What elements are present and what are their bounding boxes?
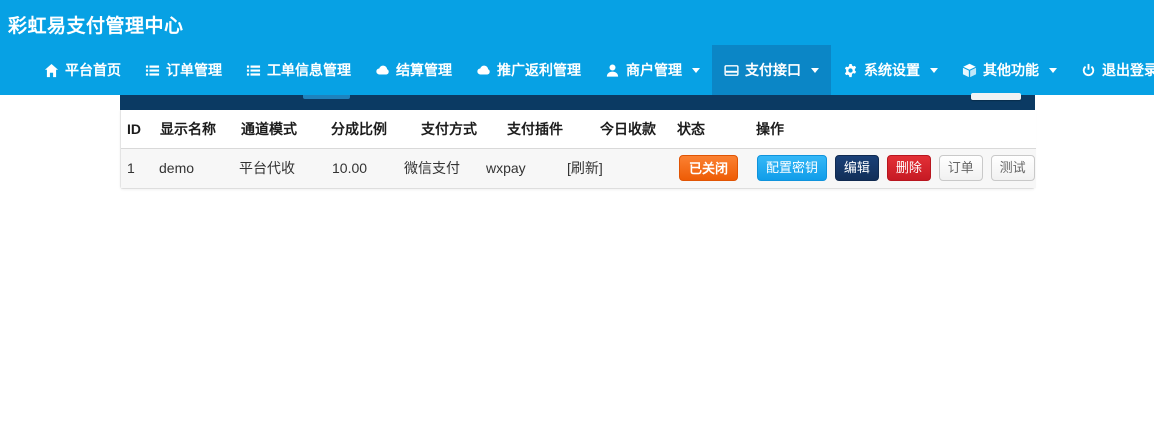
list-icon xyxy=(145,63,160,78)
col-header-pay-method: 支付方式 xyxy=(415,110,501,148)
col-header-status: 状态 xyxy=(671,110,750,148)
credit-card-icon xyxy=(724,63,739,78)
nav-item-label: 订单管理 xyxy=(166,60,222,80)
table-body: 1 demo 平台代收 10.00 微信支付 wxpay [刷新] 已关闭 配置… xyxy=(121,149,1036,188)
cell-id: 1 xyxy=(121,149,153,188)
col-header-display-name: 显示名称 xyxy=(154,110,235,148)
col-header-actions: 操作 xyxy=(750,110,1036,148)
chevron-down-icon xyxy=(930,68,938,73)
cell-actions: 配置密钥 编辑 删除 订单 测试 xyxy=(751,149,1036,188)
payment-interface-panel: ID 显示名称 通道模式 分成比例 支付方式 支付插件 今日收款 状态 操作 1… xyxy=(120,95,1035,189)
nav-item-other-functions[interactable]: 其他功能 xyxy=(950,45,1069,95)
cloud-icon xyxy=(476,63,491,78)
cloud-icon xyxy=(375,63,390,78)
nav-item-label: 平台首页 xyxy=(65,60,121,80)
nav-item-label: 系统设置 xyxy=(864,60,920,80)
user-icon xyxy=(605,63,620,78)
nav-item-system-settings[interactable]: 系统设置 xyxy=(831,45,950,95)
cell-today-income: [刷新] xyxy=(561,149,673,188)
nav-item-settlement-management[interactable]: 结算管理 xyxy=(363,45,464,95)
cube-icon xyxy=(962,63,977,78)
payment-interface-table: ID 显示名称 通道模式 分成比例 支付方式 支付插件 今日收款 状态 操作 1… xyxy=(120,110,1035,189)
nav-item-label: 商户管理 xyxy=(626,60,682,80)
nav-item-promo-rebate-management[interactable]: 推广返利管理 xyxy=(464,45,593,95)
main-navbar: 平台首页 订单管理 工单信息管理 结算管理 推广返利管理 商户管理 支付接口 系… xyxy=(0,45,1154,95)
col-header-channel-mode: 通道模式 xyxy=(235,110,325,148)
cell-channel-mode: 平台代收 xyxy=(233,149,326,188)
nav-item-platform-home[interactable]: 平台首页 xyxy=(32,45,133,95)
cell-share-ratio: 10.00 xyxy=(326,149,398,188)
chevron-down-icon xyxy=(692,68,700,73)
configure-key-button[interactable]: 配置密钥 xyxy=(757,155,827,181)
nav-item-order-management[interactable]: 订单管理 xyxy=(133,45,234,95)
nav-item-label: 支付接口 xyxy=(745,60,801,80)
chevron-down-icon xyxy=(1049,68,1057,73)
cell-status: 已关闭 xyxy=(673,149,751,188)
status-badge[interactable]: 已关闭 xyxy=(679,155,738,181)
panel-header-button-edge xyxy=(971,93,1021,100)
cell-pay-method: 微信支付 xyxy=(398,149,480,188)
col-header-today-income: 今日收款 xyxy=(594,110,671,148)
col-header-pay-plugin: 支付插件 xyxy=(501,110,594,148)
nav-item-label: 结算管理 xyxy=(396,60,452,80)
panel-header-tab-edge xyxy=(303,95,350,99)
table-row: 1 demo 平台代收 10.00 微信支付 wxpay [刷新] 已关闭 配置… xyxy=(121,149,1036,188)
table-header: ID 显示名称 通道模式 分成比例 支付方式 支付插件 今日收款 状态 操作 xyxy=(121,110,1036,149)
panel-header-strip xyxy=(120,95,1035,110)
nav-item-label: 推广返利管理 xyxy=(497,60,581,80)
cell-pay-plugin: wxpay xyxy=(480,149,561,188)
cell-display-name: demo xyxy=(153,149,233,188)
nav-item-label: 退出登录 xyxy=(1102,60,1154,80)
top-brand-bar: 彩虹易支付管理中心 xyxy=(0,0,1154,45)
refresh-income-link[interactable]: [刷新] xyxy=(567,160,603,176)
app-title: 彩虹易支付管理中心 xyxy=(8,11,184,38)
nav-item-label: 工单信息管理 xyxy=(267,60,351,80)
delete-button[interactable]: 删除 xyxy=(887,155,931,181)
col-header-share-ratio: 分成比例 xyxy=(325,110,415,148)
gear-icon xyxy=(843,63,858,78)
test-button[interactable]: 测试 xyxy=(991,155,1035,181)
nav-item-merchant-management[interactable]: 商户管理 xyxy=(593,45,712,95)
nav-item-logout[interactable]: 退出登录 xyxy=(1069,45,1154,95)
home-icon xyxy=(44,63,59,78)
chevron-down-icon xyxy=(811,68,819,73)
nav-item-payment-interface[interactable]: 支付接口 xyxy=(712,45,831,95)
nav-item-ticket-management[interactable]: 工单信息管理 xyxy=(234,45,363,95)
list-icon xyxy=(246,63,261,78)
edit-button[interactable]: 编辑 xyxy=(835,155,879,181)
col-header-id: ID xyxy=(121,110,154,148)
orders-button[interactable]: 订单 xyxy=(939,155,983,181)
power-icon xyxy=(1081,63,1096,78)
nav-item-label: 其他功能 xyxy=(983,60,1039,80)
